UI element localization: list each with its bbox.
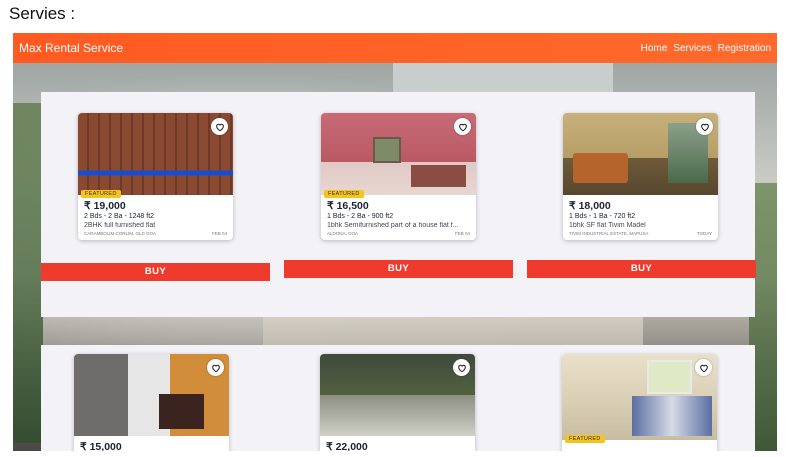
listing-price: ₹ 22,000: [326, 441, 368, 451]
listing-card[interactable]: FEATURED ₹ 19,000 2 Bds - 2 Ba - 1248 ft…: [78, 113, 233, 240]
favorite-heart-icon[interactable]: [695, 359, 712, 376]
navbar: Max Rental Service Home Services Registr…: [13, 33, 777, 63]
listing-photo[interactable]: FEATURED: [562, 354, 717, 443]
listing-card[interactable]: ₹ 15,000: [74, 354, 229, 451]
listing-photo[interactable]: [320, 354, 475, 436]
listing-card[interactable]: ₹ 22,000: [320, 354, 475, 451]
nav-registration-link[interactable]: Registration: [718, 43, 771, 54]
listing-title[interactable]: 1bhk SF flat Tivim Madel: [569, 222, 712, 229]
listing-price: ₹ 16,500: [327, 200, 369, 212]
browser-frame: Max Rental Service Home Services Registr…: [13, 33, 777, 451]
listing-photo[interactable]: [74, 354, 229, 436]
nav-services-link[interactable]: Services: [673, 43, 711, 54]
listing-photo[interactable]: FEATURED: [78, 113, 233, 198]
listing-price: ₹ 15,000: [80, 441, 122, 451]
favorite-heart-icon[interactable]: [211, 118, 228, 135]
listing-title[interactable]: 1bhk Semifurnished part of a house flat …: [327, 222, 470, 229]
listing-location: ALDONA, GOA: [327, 231, 359, 236]
listing-date: FEB 04: [454, 231, 470, 236]
favorite-heart-icon[interactable]: [696, 118, 713, 135]
listings-panel-2: ₹ 15,000 ₹ 22,000 FEATURED: [41, 345, 755, 451]
featured-badge: FEATURED: [324, 190, 364, 198]
listing-specs: 1 Bds - 2 Ba - 900 ft2: [327, 213, 394, 220]
favorite-heart-icon[interactable]: [453, 359, 470, 376]
listing-price: ₹ 18,000: [569, 200, 611, 212]
nav-links: Home Services Registration: [641, 43, 771, 54]
listing-card[interactable]: FEATURED ₹ 16,500 1 Bds - 2 Ba - 900 ft2…: [321, 113, 476, 240]
listing-location: CARAMBOLIM CORLIM, OLD GOA: [84, 231, 157, 236]
nav-home-link[interactable]: Home: [641, 43, 668, 54]
brand-title[interactable]: Max Rental Service: [19, 41, 123, 55]
listing-title[interactable]: 2BHK full furnished flat: [84, 222, 227, 229]
featured-badge: FEATURED: [81, 190, 121, 198]
buy-button[interactable]: BUY: [284, 260, 513, 278]
buy-button[interactable]: BUY: [527, 260, 756, 278]
favorite-heart-icon[interactable]: [454, 118, 471, 135]
favorite-heart-icon[interactable]: [207, 359, 224, 376]
listing-date: TODAY: [696, 231, 712, 236]
buy-button[interactable]: BUY: [41, 263, 270, 281]
listing-specs: 1 Bds - 1 Ba - 720 ft2: [569, 213, 636, 220]
listing-photo[interactable]: [563, 113, 718, 195]
listing-date: FEB 04: [211, 231, 227, 236]
listing-location: TIVIM INDUSTRIAL ESTATE, MAPUSA: [569, 231, 649, 236]
featured-badge: FEATURED: [565, 435, 605, 443]
listing-card[interactable]: ₹ 18,000 1 Bds - 1 Ba - 720 ft2 1bhk SF …: [563, 113, 718, 240]
listing-photo[interactable]: FEATURED: [321, 113, 476, 198]
listing-card[interactable]: FEATURED: [562, 354, 717, 451]
page-heading: Servies :: [9, 4, 76, 23]
listing-price: ₹ 19,000: [84, 200, 126, 212]
listing-specs: 2 Bds - 2 Ba - 1248 ft2: [84, 213, 155, 220]
listings-panel-1: FEATURED ₹ 19,000 2 Bds - 2 Ba - 1248 ft…: [41, 92, 756, 317]
